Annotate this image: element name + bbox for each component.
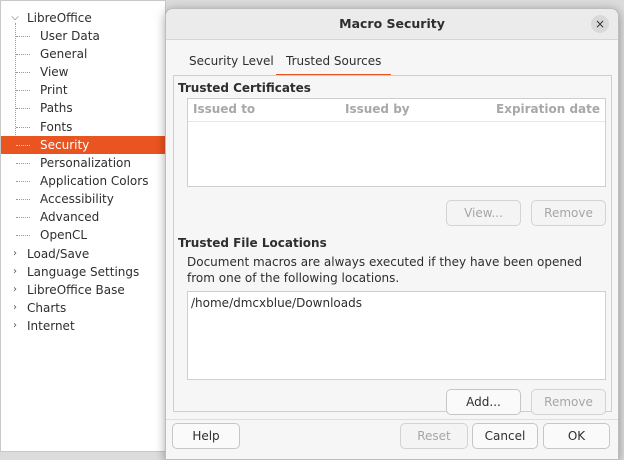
tree-item-application-colors[interactable]: Application Colors — [1, 172, 165, 190]
tree-item-libreoffice-base[interactable]: › LibreOffice Base — [1, 281, 165, 299]
reset-button[interactable]: Reset — [400, 423, 468, 449]
options-tree: ⌵ LibreOffice User Data General View Pri… — [0, 0, 166, 452]
chevron-down-icon[interactable]: ⌵ — [10, 9, 20, 27]
chevron-right-icon[interactable]: › — [10, 317, 20, 335]
locations-list[interactable]: /home/dmcxblue/Downloads — [187, 291, 606, 380]
tree-item-user-data[interactable]: User Data — [1, 27, 165, 45]
chevron-right-icon[interactable]: › — [10, 281, 20, 299]
tab-security-level[interactable]: Security Level — [179, 49, 284, 74]
tree-item-label: Application Colors — [40, 174, 149, 188]
tree-item-label: Charts — [27, 301, 67, 315]
locations-description: Document macros are always executed if t… — [187, 255, 582, 285]
cancel-button[interactable]: Cancel — [472, 423, 538, 449]
tree-item-view[interactable]: View — [1, 63, 165, 81]
add-location-button[interactable]: Add... — [446, 389, 521, 415]
tree-item-label: Load/Save — [27, 247, 90, 261]
certificates-table[interactable]: Issued to Issued by Expiration date — [187, 98, 606, 187]
dialog-title: Macro Security — [339, 16, 445, 31]
tree-item-load-save[interactable]: › Load/Save — [1, 245, 165, 263]
footer-divider — [166, 419, 618, 420]
list-item[interactable]: /home/dmcxblue/Downloads — [191, 296, 362, 310]
view-certificate-button[interactable]: View... — [446, 200, 521, 226]
tree-item-internet[interactable]: › Internet — [1, 317, 165, 335]
tree-item-label: Paths — [40, 101, 73, 115]
tree-item-fonts[interactable]: Fonts — [1, 118, 165, 136]
dialog-titlebar[interactable]: Macro Security × — [166, 9, 618, 40]
tree-item-personalization[interactable]: Personalization — [1, 154, 165, 172]
tree-item-label: LibreOffice — [27, 11, 92, 25]
tree-item-label: Advanced — [40, 210, 100, 224]
tree-item-general[interactable]: General — [1, 45, 165, 63]
tree-item-print[interactable]: Print — [1, 81, 165, 99]
tree-item-label: Language Settings — [27, 265, 140, 279]
tree-item-label: Internet — [27, 319, 75, 333]
trusted-certificates-title: Trusted Certificates — [178, 81, 311, 95]
chevron-right-icon[interactable]: › — [10, 245, 20, 263]
trusted-file-locations-title: Trusted File Locations — [178, 236, 327, 250]
tree-item-label: Security — [40, 138, 90, 152]
tab-trusted-sources[interactable]: Trusted Sources — [276, 49, 392, 76]
tree-item-label: General — [40, 47, 88, 61]
chevron-right-icon[interactable]: › — [10, 299, 20, 317]
close-icon[interactable]: × — [591, 15, 609, 33]
macro-security-dialog: Macro Security × Security Level Trusted … — [165, 8, 619, 460]
tree-item-label: View — [40, 65, 69, 79]
tree-item-label: Accessibility — [40, 192, 114, 206]
remove-certificate-button[interactable]: Remove — [531, 200, 606, 226]
column-issued-by[interactable]: Issued by — [345, 102, 410, 116]
tree-item-charts[interactable]: › Charts — [1, 299, 165, 317]
trusted-sources-panel: Trusted Certificates Issued to Issued by… — [173, 75, 612, 415]
tree-item-label: User Data — [40, 29, 100, 43]
help-button[interactable]: Help — [172, 423, 240, 449]
remove-location-button[interactable]: Remove — [531, 389, 606, 415]
tree-item-security[interactable]: Security — [1, 136, 165, 154]
tree-item-paths[interactable]: Paths — [1, 99, 165, 117]
column-issued-to[interactable]: Issued to — [193, 102, 255, 116]
tree-item-label: OpenCL — [40, 228, 88, 242]
tree-item-libreoffice[interactable]: ⌵ LibreOffice — [1, 9, 165, 27]
tree-item-label: Personalization — [40, 156, 131, 170]
tree-item-opencl[interactable]: OpenCL — [1, 226, 165, 244]
ok-button[interactable]: OK — [543, 423, 610, 449]
tree-item-accessibility[interactable]: Accessibility — [1, 190, 165, 208]
chevron-right-icon[interactable]: › — [10, 263, 20, 281]
tree-item-label: Print — [40, 83, 68, 97]
column-expiration-date[interactable]: Expiration date — [496, 102, 600, 116]
tree-item-advanced[interactable]: Advanced — [1, 208, 165, 226]
tree-item-label: Fonts — [40, 120, 73, 134]
tree-item-label: LibreOffice Base — [27, 283, 125, 297]
tree-item-language-settings[interactable]: › Language Settings — [1, 263, 165, 281]
header-divider — [188, 121, 605, 122]
